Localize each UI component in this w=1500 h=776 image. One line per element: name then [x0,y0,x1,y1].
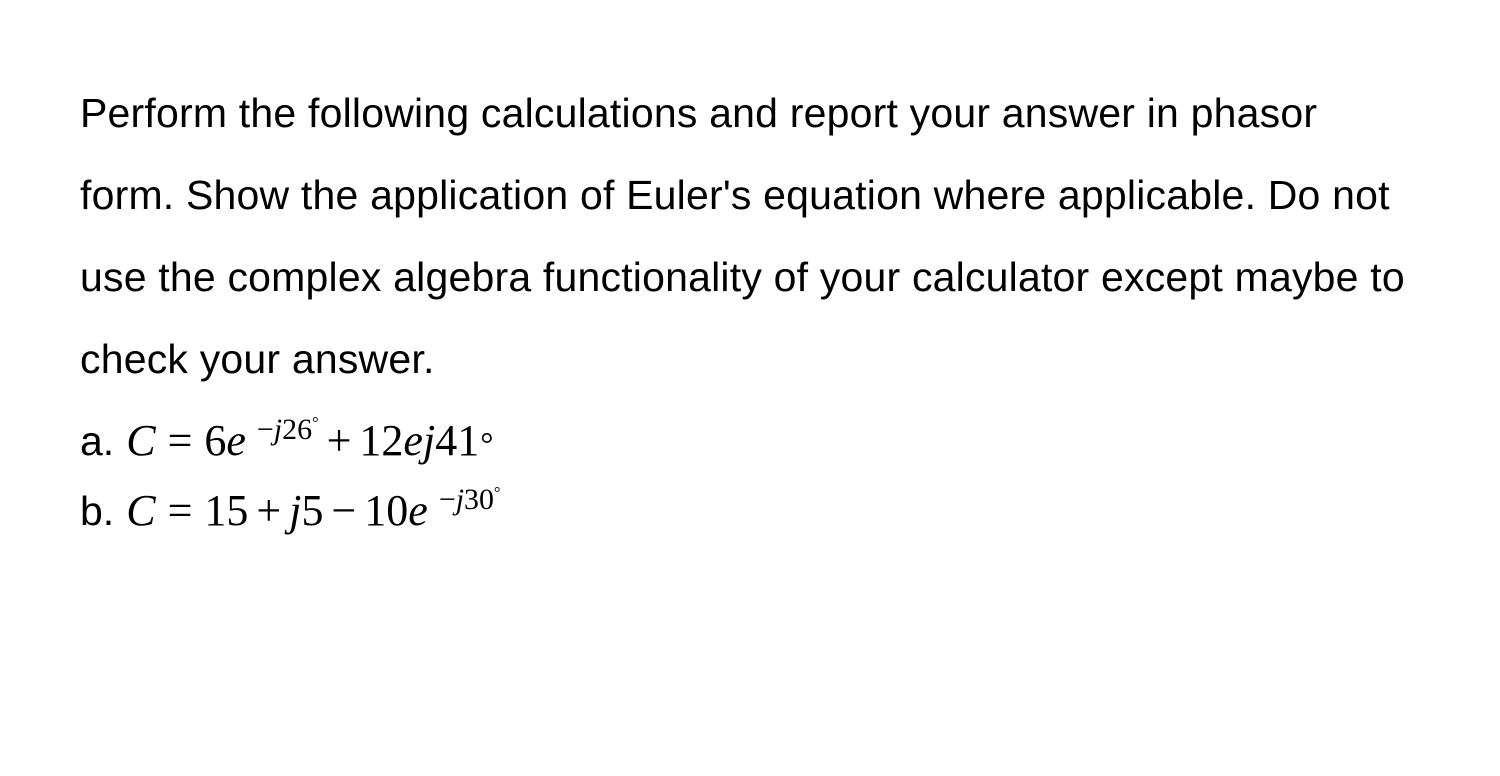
exponent-neg-j30: −j30° [439,483,501,516]
plus-operator: + [256,478,281,544]
equals-sign: = [168,408,193,474]
equation-a: a. C = 6 e −j26° + 12 e j 41 ° [80,408,1420,474]
minus-operator: − [331,478,356,544]
math-expression-b: C = 15 + j 5 − 10 e −j30° [126,478,500,544]
coefficient-10: 10 [364,478,408,544]
angle-41: 41 [435,408,479,474]
variable-C: C [126,408,155,474]
item-label-b: b. [80,481,114,543]
base-e: e [226,416,246,465]
problem-statement: Perform the following calculations and r… [80,72,1420,400]
base-e: e [408,486,428,535]
exponent-neg-j26: −j26° [257,413,319,446]
equation-b: b. C = 15 + j 5 − 10 e −j30° [80,478,1420,544]
equals-sign: = [168,478,193,544]
plus-operator: + [327,408,352,474]
j-literal: j [289,478,301,544]
coefficient-12: 12 [359,408,403,474]
j-literal: j [423,408,435,474]
item-label-a: a. [80,411,114,473]
term-15: 15 [204,478,248,544]
e-literal: e [403,408,423,474]
term-5: 5 [301,478,323,544]
coefficient-6: 6 [204,408,226,474]
variable-C: C [126,478,155,544]
math-expression-a: C = 6 e −j26° + 12 e j 41 ° [126,408,493,474]
